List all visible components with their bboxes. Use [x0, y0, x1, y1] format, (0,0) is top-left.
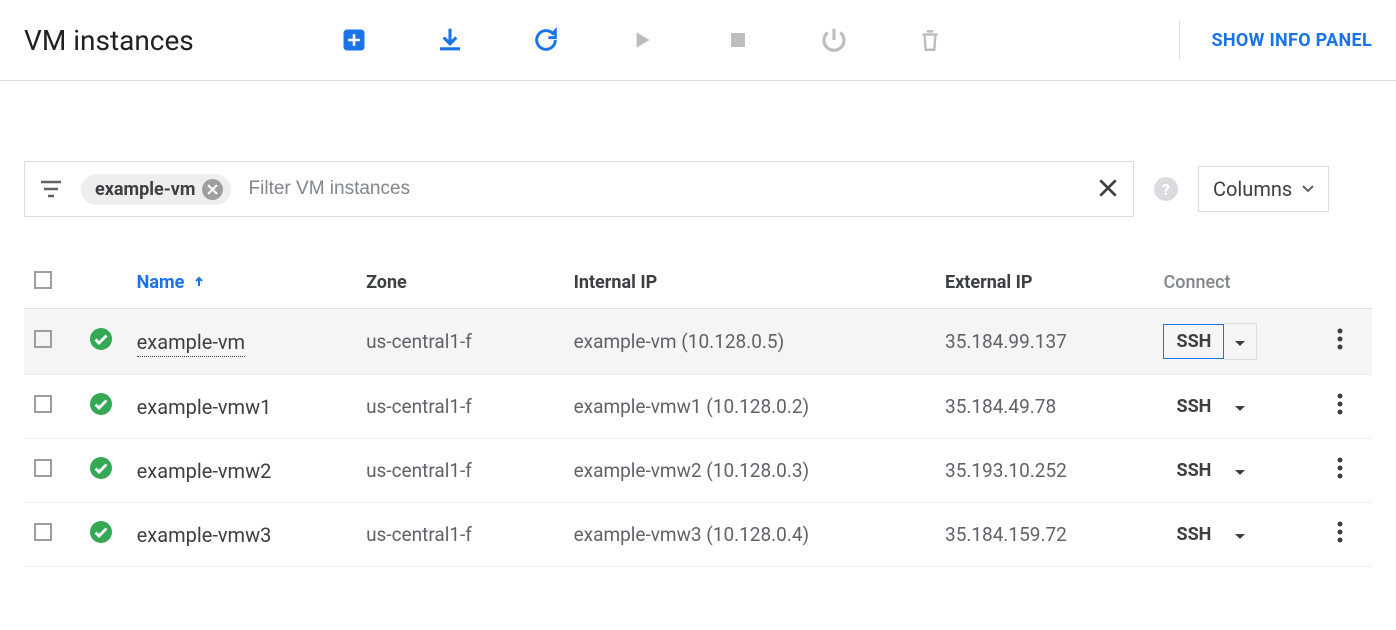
table-row[interactable]: example-vmw2 us-central1-f example-vmw2 …	[24, 439, 1372, 503]
more-vert-icon	[1337, 521, 1343, 543]
more-actions-button[interactable]	[1327, 525, 1353, 548]
caret-down-icon	[1234, 405, 1246, 413]
table-header-row: Name Zone Internal IP External IP Connec…	[24, 257, 1372, 309]
sort-asc-icon	[193, 276, 205, 288]
vm-zone: us-central1-f	[356, 375, 564, 439]
vm-external-ip: 35.184.49.78	[935, 375, 1153, 439]
stop-button[interactable]	[718, 20, 758, 60]
delete-button[interactable]	[910, 20, 950, 60]
vm-external-ip: 35.193.10.252	[935, 439, 1153, 503]
status-running-icon	[89, 392, 113, 416]
divider	[1179, 20, 1180, 60]
row-checkbox[interactable]	[34, 523, 52, 541]
status-running-icon	[89, 456, 113, 480]
clear-filter-button[interactable]	[1097, 173, 1119, 206]
download-icon	[435, 25, 465, 55]
ssh-button[interactable]: SSH	[1163, 517, 1224, 552]
ssh-dropdown[interactable]	[1224, 453, 1256, 488]
import-button[interactable]	[430, 20, 470, 60]
vm-internal-ip: example-vm (10.128.0.5)	[564, 309, 935, 375]
vm-zone: us-central1-f	[356, 309, 564, 375]
ssh-dropdown[interactable]	[1224, 323, 1257, 360]
ssh-button[interactable]: SSH	[1163, 453, 1224, 488]
create-instance-button[interactable]	[334, 20, 374, 60]
vm-table: Name Zone Internal IP External IP Connec…	[24, 257, 1372, 567]
header-right: SHOW INFO PANEL	[1179, 20, 1372, 60]
help-button[interactable]: ?	[1154, 177, 1178, 201]
caret-down-icon	[1234, 533, 1246, 541]
more-vert-icon	[1337, 393, 1343, 415]
header-name[interactable]: Name	[127, 257, 356, 309]
start-button[interactable]	[622, 20, 662, 60]
more-actions-button[interactable]	[1327, 461, 1353, 484]
filter-icon	[39, 179, 63, 199]
page-title: VM instances	[24, 24, 194, 57]
row-checkbox[interactable]	[34, 330, 52, 348]
reset-button[interactable]	[814, 20, 854, 60]
toolbar	[334, 20, 950, 60]
header-connect: Connect	[1153, 257, 1317, 309]
ssh-button[interactable]: SSH	[1163, 324, 1224, 359]
columns-button[interactable]: Columns	[1198, 166, 1329, 212]
more-actions-button[interactable]	[1327, 397, 1353, 420]
table-row[interactable]: example-vmw1 us-central1-f example-vmw1 …	[24, 375, 1372, 439]
vm-name-link[interactable]: example-vmw3	[137, 523, 272, 547]
vm-internal-ip: example-vmw1 (10.128.0.2)	[564, 375, 935, 439]
vm-zone: us-central1-f	[356, 503, 564, 567]
vm-name-link[interactable]: example-vmw1	[137, 395, 272, 419]
caret-down-icon	[1302, 185, 1314, 193]
page-header: VM instances SHOW INFO PANEL	[0, 0, 1396, 81]
columns-label: Columns	[1213, 177, 1292, 201]
vm-name-link[interactable]: example-vm	[137, 330, 245, 357]
vm-internal-ip: example-vmw2 (10.128.0.3)	[564, 439, 935, 503]
table-row[interactable]: example-vmw3 us-central1-f example-vmw3 …	[24, 503, 1372, 567]
vm-table-wrap: Name Zone Internal IP External IP Connec…	[0, 257, 1396, 567]
trash-icon	[917, 26, 943, 54]
filter-input[interactable]	[249, 178, 1079, 200]
more-vert-icon	[1337, 457, 1343, 479]
show-info-panel-button[interactable]: SHOW INFO PANEL	[1212, 30, 1372, 51]
header-internal-ip[interactable]: Internal IP	[564, 257, 935, 309]
header-external-ip[interactable]: External IP	[935, 257, 1153, 309]
filter-chip-remove[interactable]	[202, 179, 223, 200]
stop-icon	[726, 28, 750, 52]
ssh-button[interactable]: SSH	[1163, 389, 1224, 424]
close-icon	[207, 184, 218, 195]
filter-box: example-vm	[24, 161, 1134, 217]
ssh-dropdown[interactable]	[1224, 517, 1256, 552]
vm-zone: us-central1-f	[356, 439, 564, 503]
table-row[interactable]: example-vm us-central1-f example-vm (10.…	[24, 309, 1372, 375]
row-checkbox[interactable]	[34, 459, 52, 477]
vm-external-ip: 35.184.159.72	[935, 503, 1153, 567]
header-checkbox[interactable]	[24, 257, 79, 309]
more-actions-button[interactable]	[1327, 332, 1353, 355]
filter-chip-label: example-vm	[95, 179, 196, 200]
vm-external-ip: 35.184.99.137	[935, 309, 1153, 375]
row-checkbox[interactable]	[34, 395, 52, 413]
status-running-icon	[89, 327, 113, 351]
x-icon	[1097, 177, 1119, 199]
caret-down-icon	[1234, 340, 1246, 348]
power-icon	[819, 25, 849, 55]
filter-chip[interactable]: example-vm	[81, 174, 231, 205]
status-running-icon	[89, 520, 113, 544]
vm-name-link[interactable]: example-vmw2	[137, 459, 272, 483]
add-icon	[340, 26, 368, 54]
refresh-button[interactable]	[526, 20, 566, 60]
vm-internal-ip: example-vmw3 (10.128.0.4)	[564, 503, 935, 567]
play-icon	[629, 27, 655, 53]
more-vert-icon	[1337, 328, 1343, 350]
filter-section: example-vm ? Columns	[0, 81, 1396, 257]
ssh-dropdown[interactable]	[1224, 389, 1256, 424]
caret-down-icon	[1234, 469, 1246, 477]
refresh-icon	[532, 26, 560, 54]
header-zone[interactable]: Zone	[356, 257, 564, 309]
